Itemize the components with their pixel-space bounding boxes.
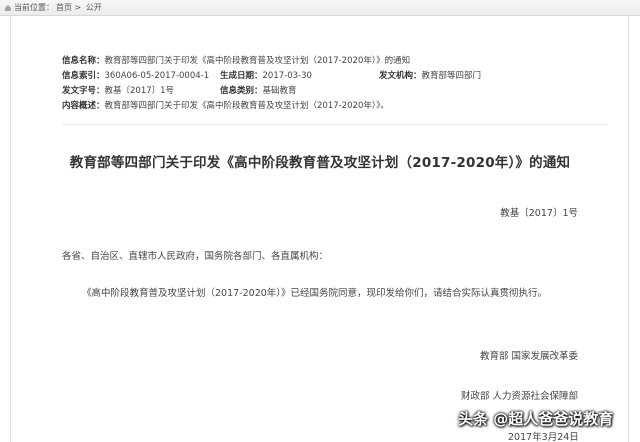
signature-line-2: 财政部 人力资源社会保障部 [460,391,578,402]
metadata-divider [62,124,608,125]
breadcrumb-current: 公开 [85,3,102,12]
document-date: 2017年3月24日 [508,432,579,442]
meta-date-label: 生成日期： [220,71,263,81]
meta-org-label: 发文机构： [379,71,422,81]
meta-date-value: 2017-03-30 [262,71,312,81]
document-title: 教育部等四部门关于印发《高中阶段教育普及攻坚计划（2017-2020年）》的通知 [69,155,571,171]
meta-name-label: 信息名称： [62,56,105,66]
signature-line-1: 教育部 国家发展改革委 [479,351,578,362]
breadcrumb-separator: > [74,3,82,12]
meta-category-label: 信息类别： [220,86,263,96]
meta-category-value: 基础教育 [262,86,297,96]
meta-org-value: 教育部等四部门 [421,71,482,81]
meta-summary-value: 教育部等四部门关于印发《高中阶段教育普及攻坚计划（2017-2020年）》。 [104,101,389,111]
document-metadata: 信息名称：教育部等四部门关于印发《高中阶段教育普及攻坚计划（2017-2020年… [62,54,481,114]
right-border [628,16,629,442]
source-watermark: 头条 @超人爸爸说教育 [458,410,614,428]
meta-row-summary: 内容概述：教育部等四部门关于印发《高中阶段教育普及攻坚计划（2017-2020年… [62,99,410,114]
breadcrumb-bar: 当前位置： 首页 > 公开 [0,0,640,16]
meta-docno-value: 教基〔2017〕1号 [104,86,175,96]
document-paragraph: 《高中阶段教育普及攻坚计划（2017-2020年）》已经国务院同意，现印发给你们… [82,288,548,299]
meta-row-index: 信息索引：360A06-05-2017-0004-1 生成日期：2017-03-… [62,69,481,84]
meta-index-value: 360A06-05-2017-0004-1 [104,71,210,81]
breadcrumb: 当前位置： 首页 > 公开 [14,0,104,16]
breadcrumb-home-link[interactable]: 首页 [56,3,72,12]
left-border [10,16,11,442]
meta-name-value: 教育部等四部门关于印发《高中阶段教育普及攻坚计划（2017-2020年）》的通知 [104,56,411,66]
breadcrumb-prefix: 当前位置： [14,3,54,12]
document-number: 教基〔2017〕1号 [500,208,578,219]
meta-row-name: 信息名称：教育部等四部门关于印发《高中阶段教育普及攻坚计划（2017-2020年… [62,54,410,69]
meta-docno-label: 发文字号： [62,86,105,96]
document-salutation: 各省、自治区、直辖市人民政府，国务院各部门、各直属机构： [62,251,329,262]
meta-row-docno: 发文字号：教基〔2017〕1号 信息类别：基础教育 [62,84,410,99]
meta-index-label: 信息索引： [62,71,105,81]
home-icon [5,5,11,11]
meta-summary-label: 内容概述： [62,101,105,111]
